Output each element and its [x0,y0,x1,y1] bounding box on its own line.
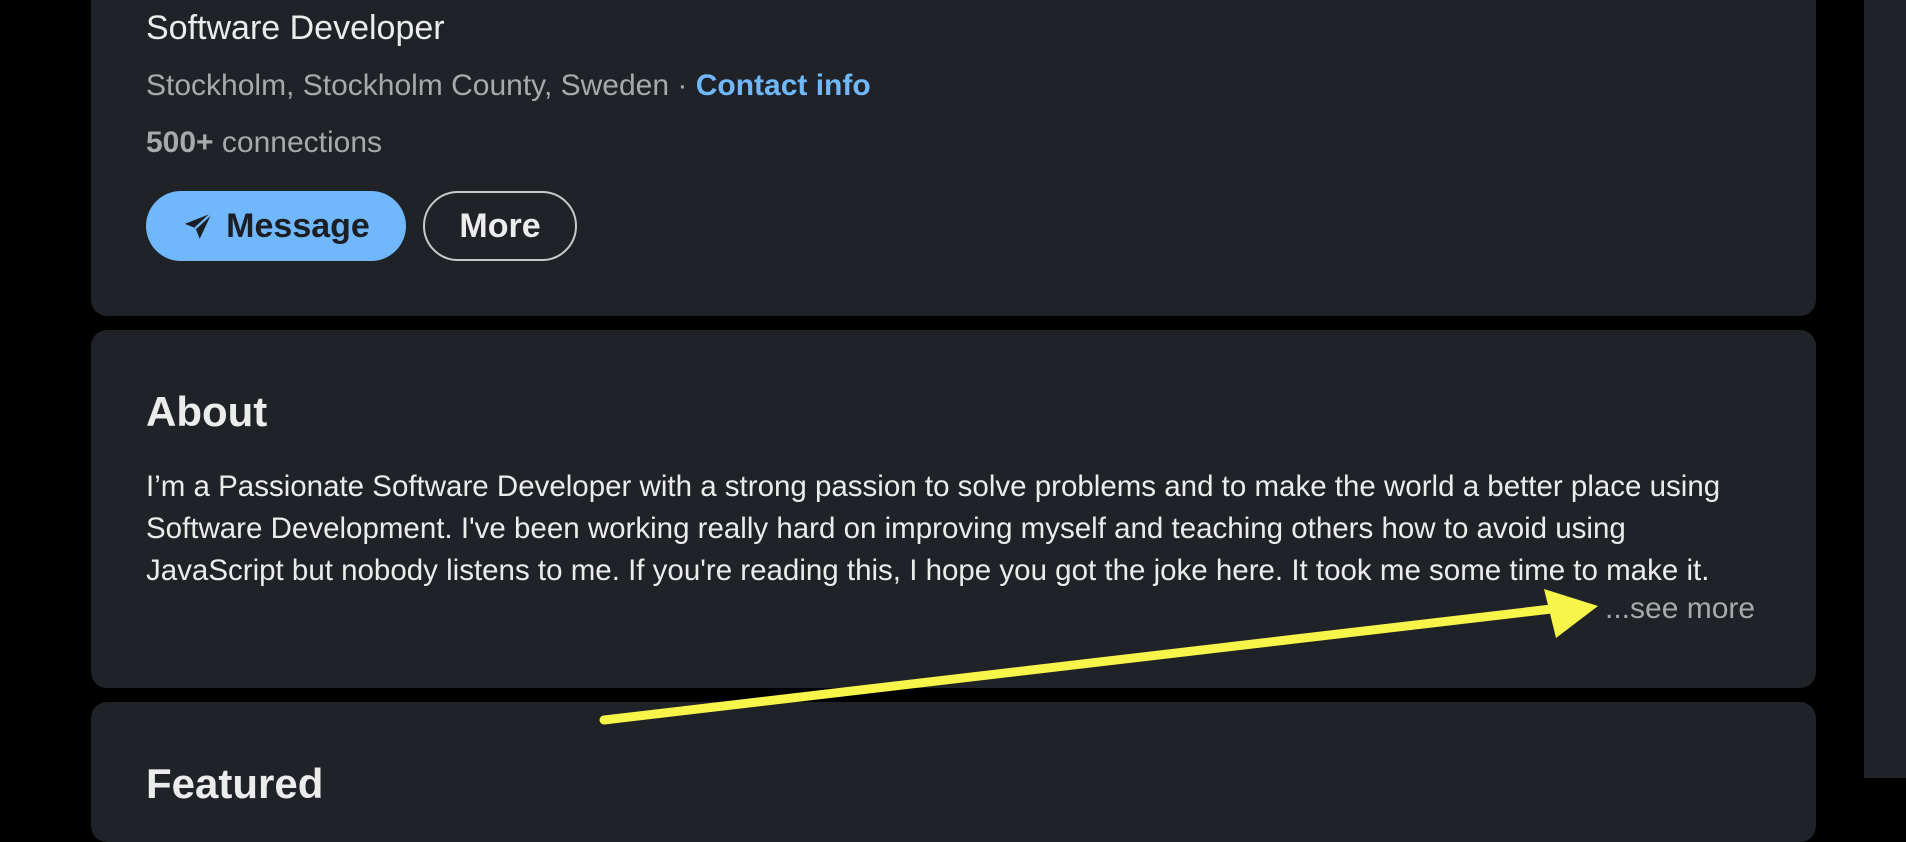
connections-label: connections [213,126,383,159]
send-icon [182,209,216,243]
about-title: About [146,388,268,435]
connections-count: 500+ [146,126,214,159]
more-button[interactable]: More [423,191,577,261]
profile-card: Software Developer Stockholm, Stockholm … [91,0,1816,316]
contact-info-link[interactable]: Contact info [696,69,871,102]
scrollbar-track[interactable] [1864,0,1906,778]
featured-title: Featured [146,760,324,807]
message-button[interactable]: Message [146,191,406,261]
profile-location-line: Stockholm, Stockholm County, Sweden · Co… [146,69,871,103]
profile-location: Stockholm, Stockholm County, Sweden [146,69,670,102]
message-button-label: Message [226,206,370,245]
about-card: About I’m a Passionate Software Develope… [91,330,1816,688]
location-separator: · [669,69,696,102]
about-text: I’m a Passionate Software Developer with… [146,470,1721,587]
see-more-link[interactable]: ...see more [1605,592,1755,626]
more-button-label: More [459,206,541,245]
connections-line[interactable]: 500+ connections [146,126,382,160]
featured-card: Featured [91,702,1816,842]
profile-headline: Software Developer [146,9,445,47]
